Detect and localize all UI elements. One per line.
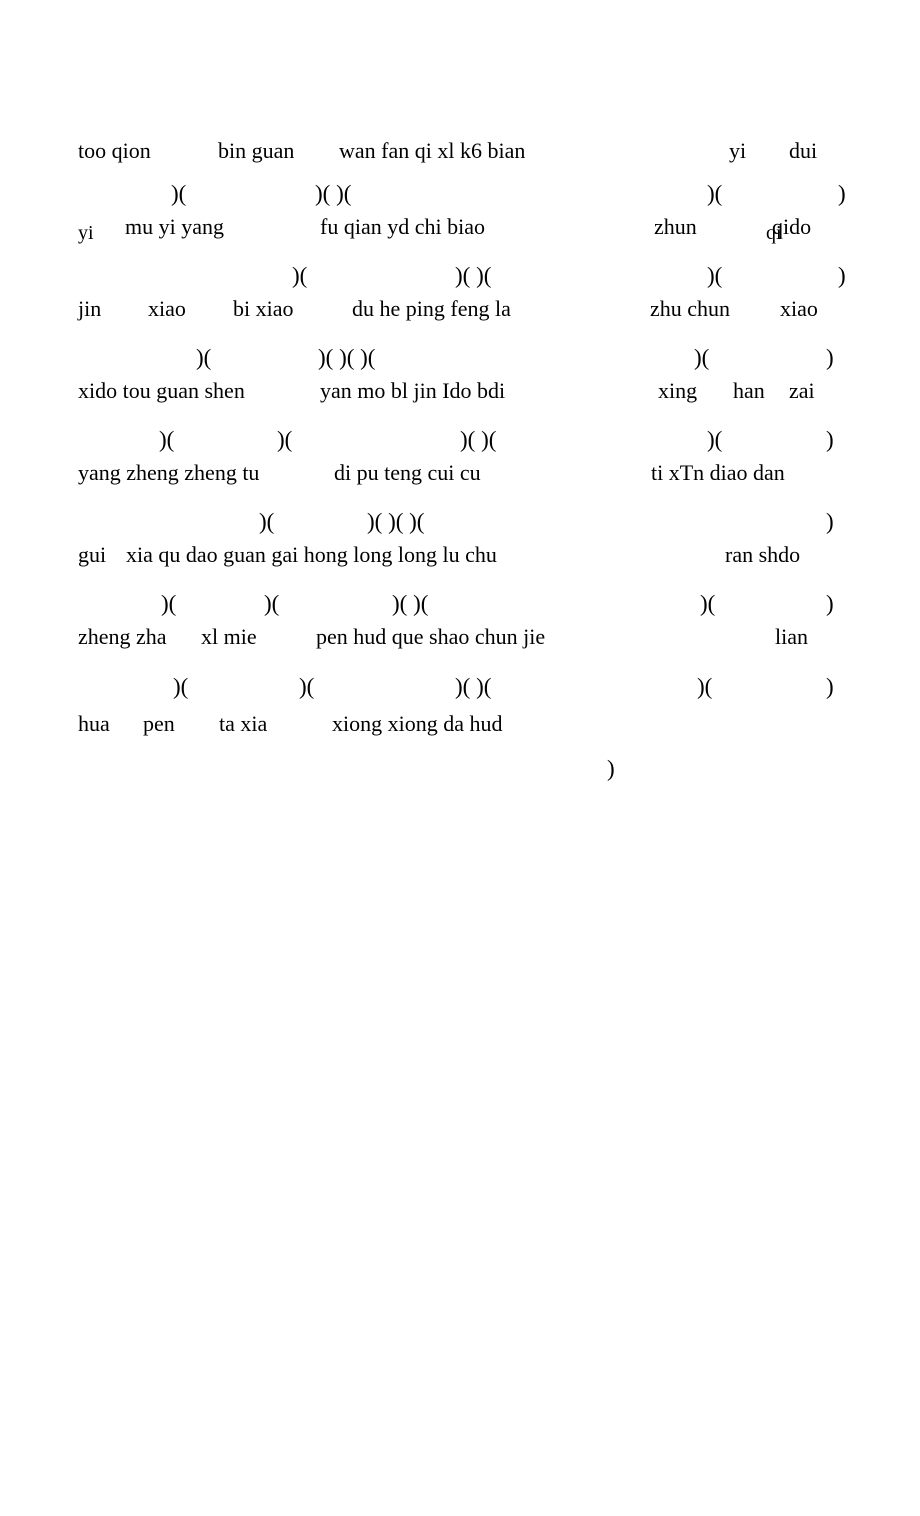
pinyin-token: xia qu dao guan gai hong long long lu ch…: [126, 542, 497, 567]
pinyin-token: xiao: [148, 296, 186, 321]
pinyin-token: bi xiao: [233, 296, 294, 321]
pinyin-token: yang zheng zheng tu: [78, 460, 260, 485]
pinyin-token: qido: [772, 214, 812, 239]
pinyin-token: bin guan: [218, 138, 295, 163]
pinyin-token: lian: [775, 624, 808, 649]
pinyin-token: han: [733, 378, 765, 403]
pinyin-token: jin: [78, 296, 102, 321]
paren-pair-mark: )( )(: [315, 181, 352, 206]
pinyin-token: zai: [789, 378, 815, 403]
paren-close-mark: ): [826, 427, 834, 452]
pinyin-token: xido tou guan shen: [78, 378, 245, 403]
paren-pair-mark: )(: [264, 591, 280, 616]
pinyin-token: gui: [78, 542, 107, 567]
paren-pair-mark: )(: [292, 263, 308, 288]
paren-close-mark: ): [838, 263, 846, 288]
pinyin-token: zhu chun: [650, 296, 731, 321]
paren-pair-mark: )(: [707, 427, 723, 452]
pinyin-token: zhun: [654, 214, 697, 239]
pinyin-token: ran shdo: [725, 542, 801, 567]
pinyin-token: di pu teng cui cu: [334, 460, 481, 485]
paren-pair-mark: )(: [707, 263, 723, 288]
pinyin-token: dui: [789, 138, 818, 163]
paren-pair-mark: )(: [171, 181, 187, 206]
paren-pair-mark: )(: [277, 427, 293, 452]
paren-close-mark: ): [838, 181, 846, 206]
paren-pair-mark: )( )( )(: [318, 345, 376, 370]
pinyin-token: xiong xiong da hud: [332, 711, 503, 736]
pinyin-token: fu qian yd chi biao: [320, 214, 485, 239]
paren-pair-mark: )(: [700, 591, 716, 616]
pinyin-token: zheng zha: [78, 624, 167, 649]
paren-pair-mark: )( )(: [460, 427, 497, 452]
paren-close-mark: ): [826, 345, 834, 370]
paren-pair-mark: )(: [694, 345, 710, 370]
paren-pair-mark: )(: [697, 674, 713, 699]
pinyin-token: yi: [729, 138, 747, 163]
paren-pair-mark: )(: [173, 674, 189, 699]
paren-close-mark: ): [826, 674, 834, 699]
paren-pair-mark: )(: [196, 345, 212, 370]
paren-pair-mark: )(: [299, 674, 315, 699]
pinyin-token: xl mie: [201, 624, 257, 649]
pinyin-token: wan fan qi xl k6 bian: [339, 138, 526, 163]
paren-pair-mark: )( )(: [455, 674, 492, 699]
document-page: too qion bin guan wan fan qi xl k6 bian yi d…: [0, 0, 920, 1516]
paren-close-mark: ): [826, 591, 834, 616]
pinyin-token: xing: [658, 378, 698, 403]
paren-pair-mark: )( )( )(: [367, 509, 425, 534]
pinyin-token: hua: [78, 711, 110, 736]
pinyin-token: too qion: [78, 138, 151, 163]
pinyin-token: yi: [78, 222, 94, 244]
paren-pair-mark: )(: [161, 591, 177, 616]
paren-close-mark: ): [826, 509, 834, 534]
pinyin-token: pen: [143, 711, 175, 736]
pinyin-token: xiao: [780, 296, 818, 321]
pinyin-token: ta xia: [219, 711, 268, 736]
paren-pair-mark: )( )(: [392, 591, 429, 616]
pinyin-token: yan mo bl jin Ido bdi: [320, 378, 506, 403]
pinyin-token: mu yi yang: [125, 214, 224, 239]
paren-pair-mark: )(: [159, 427, 175, 452]
paren-pair-mark: )(: [259, 509, 275, 534]
pinyin-token: du he ping feng la: [352, 296, 511, 321]
paren-close-mark: ): [607, 756, 615, 781]
paren-pair-mark: )(: [707, 181, 723, 206]
pinyin-token: pen hud que shao chun jie: [316, 624, 546, 649]
pinyin-token: ti xTn diao dan: [651, 460, 785, 485]
paren-pair-mark: )( )(: [455, 263, 492, 288]
